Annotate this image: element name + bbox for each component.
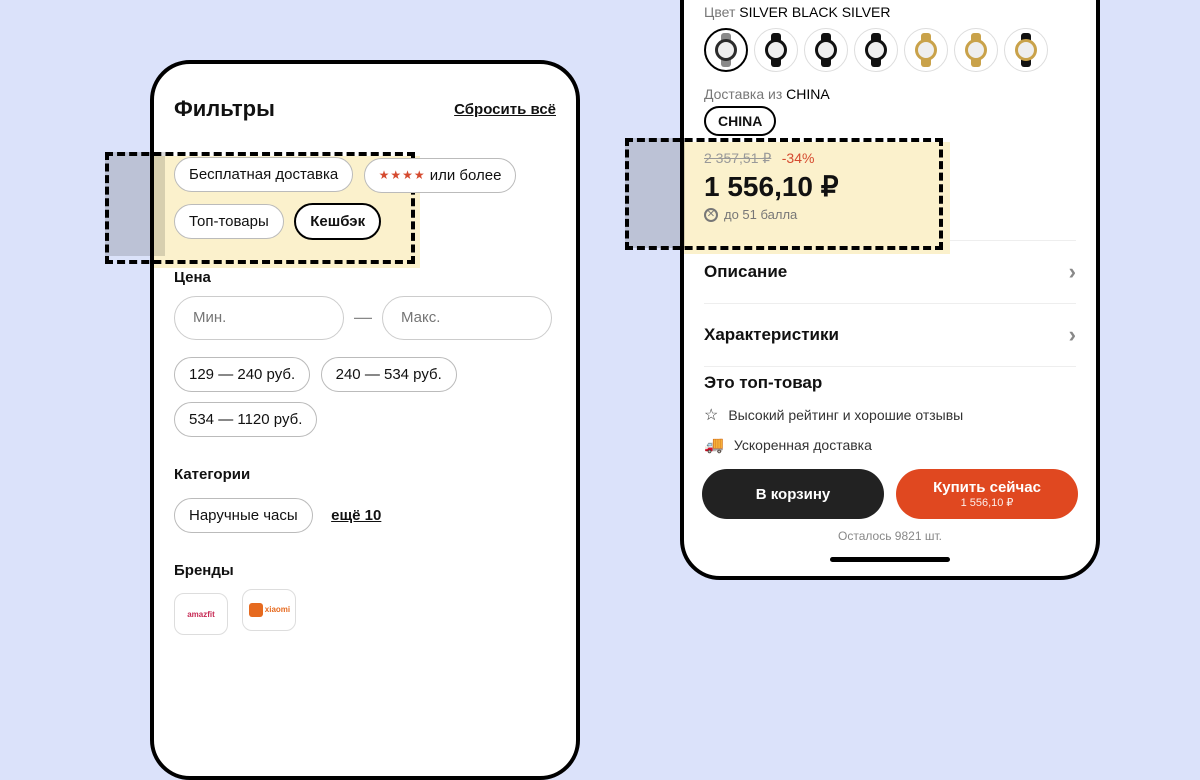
categories-more-link[interactable]: ещё 10 bbox=[331, 507, 381, 524]
categories-section-label: Категории bbox=[174, 466, 556, 483]
stars-icon: ★★★★ bbox=[379, 168, 426, 182]
feature-row-shipping: 🚚 Ускоренная доставка bbox=[704, 435, 1076, 455]
discount-badge: -34% bbox=[782, 150, 815, 166]
description-label: Описание bbox=[704, 262, 787, 282]
specs-label: Характеристики bbox=[704, 325, 839, 345]
color-swatch[interactable] bbox=[804, 28, 848, 72]
price-section-label: Цена bbox=[174, 269, 556, 286]
reset-filters-link[interactable]: Сбросить всё bbox=[454, 101, 556, 118]
price-range-chip[interactable]: 240 — 534 руб. bbox=[321, 357, 457, 392]
color-swatch[interactable] bbox=[754, 28, 798, 72]
chip-top-goods[interactable]: Топ-товары bbox=[174, 204, 284, 239]
chip-rating-label: или более bbox=[430, 167, 502, 184]
home-indicator bbox=[830, 557, 950, 562]
filters-title: Фильтры bbox=[174, 96, 275, 122]
color-swatch[interactable] bbox=[954, 28, 998, 72]
description-row[interactable]: Описание › bbox=[704, 243, 1076, 301]
ship-origin-chip[interactable]: CHINA bbox=[704, 106, 776, 136]
chevron-right-icon: › bbox=[1069, 259, 1076, 285]
top-product-heading: Это топ-товар bbox=[704, 373, 1076, 393]
phone-frame-filters: Фильтры Сбросить всё Бесплатная доставка… bbox=[150, 60, 580, 780]
highlight-extension-right bbox=[625, 138, 685, 248]
price-min-input[interactable] bbox=[174, 296, 344, 340]
star-outline-icon: ☆ bbox=[704, 405, 718, 425]
current-price: 1 556,10 ₽ bbox=[704, 170, 1076, 203]
buy-now-button[interactable]: Купить сейчас 1 556,10 ₽ bbox=[896, 469, 1078, 519]
chevron-right-icon: › bbox=[1069, 322, 1076, 348]
price-range-chip[interactable]: 534 — 1120 руб. bbox=[174, 402, 317, 437]
chip-free-shipping[interactable]: Бесплатная доставка bbox=[174, 157, 353, 192]
old-price: 2 357,51 ₽ bbox=[704, 150, 771, 166]
bonus-points: ✕ до 51 балла bbox=[704, 207, 1076, 222]
price-range-chip[interactable]: 129 — 240 руб. bbox=[174, 357, 310, 392]
color-swatch-row bbox=[704, 28, 1076, 72]
color-variant-label: Цвет SILVER BLACK SILVER bbox=[704, 4, 1076, 20]
chip-cashback[interactable]: Кешбэк bbox=[294, 203, 381, 240]
shipping-from-label: Доставка из CHINA bbox=[704, 86, 1076, 102]
color-swatch[interactable] bbox=[704, 28, 748, 72]
truck-icon: 🚚 bbox=[704, 435, 724, 455]
highlight-extension-left bbox=[105, 152, 165, 256]
brand-chip-amazfit[interactable]: amazfit bbox=[174, 593, 228, 635]
range-dash: — bbox=[354, 307, 372, 328]
category-chip[interactable]: Наручные часы bbox=[174, 498, 313, 533]
add-to-cart-button[interactable]: В корзину bbox=[702, 469, 884, 519]
specs-row[interactable]: Характеристики › bbox=[704, 306, 1076, 364]
price-block: 2 357,51 ₽ -34% 1 556,10 ₽ ✕ до 51 балла bbox=[704, 150, 1076, 222]
brands-section-label: Бренды bbox=[174, 562, 556, 579]
brand-chip-xiaomi[interactable]: xiaomi bbox=[242, 589, 296, 631]
phone-frame-product: Цвет SILVER BLACK SILVER Доставка из bbox=[680, 0, 1100, 580]
color-swatch[interactable] bbox=[904, 28, 948, 72]
price-max-input[interactable] bbox=[382, 296, 552, 340]
color-swatch[interactable] bbox=[1004, 28, 1048, 72]
color-swatch[interactable] bbox=[854, 28, 898, 72]
stock-remaining: Осталось 9821 шт. bbox=[838, 529, 942, 543]
feature-row-rating: ☆ Высокий рейтинг и хорошие отзывы bbox=[704, 405, 1076, 425]
chip-rating[interactable]: ★★★★ или более bbox=[364, 158, 517, 193]
bonus-icon: ✕ bbox=[704, 208, 718, 222]
